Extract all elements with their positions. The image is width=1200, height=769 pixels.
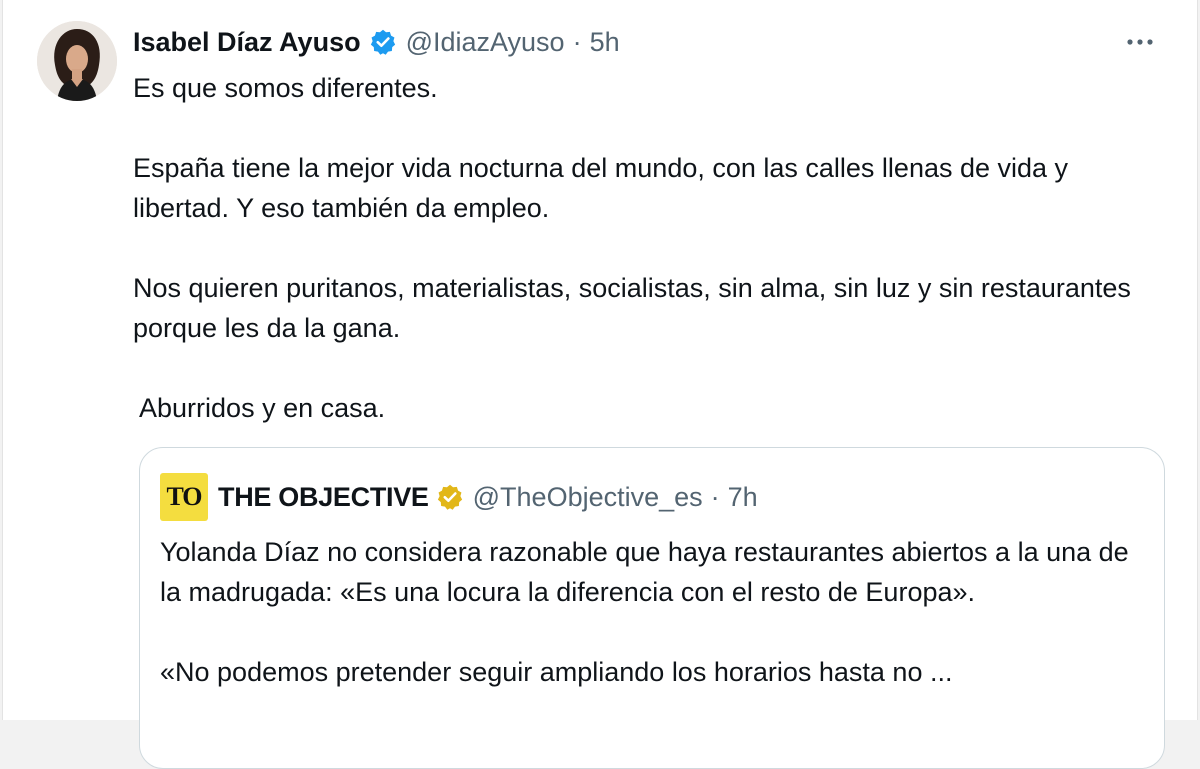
author-handle[interactable]: @IdiazAyuso [406,27,565,58]
quoted-avatar-logo[interactable]: TO [160,473,208,521]
tweet-paragraph: Es que somos diferentes. [133,73,438,103]
avatar-photo [37,21,117,101]
quoted-author-name[interactable]: THE OBJECTIVE [218,482,429,513]
quoted-text: Yolanda Díaz no considera razonable que … [160,532,1140,692]
tweet-header: Isabel Díaz Ayuso @IdiazAyuso · 5h [133,22,620,62]
time-separator: · [572,26,582,57]
quoted-tweet[interactable]: TO THE OBJECTIVE @TheObjective_es · 7h Y… [139,447,1165,769]
verified-badge-icon [369,28,397,56]
tweet-paragraph: España tiene la mejor vida nocturna del … [133,153,1069,223]
tweet-text: Es que somos diferentes. España tiene la… [133,68,1143,428]
verified-business-badge-icon [436,483,464,511]
quoted-header: TO THE OBJECTIVE @TheObjective_es · 7h [160,472,758,522]
more-horizontal-icon[interactable] [1123,25,1157,59]
logo-text: TO [166,482,202,511]
tweet-card[interactable]: Isabel Díaz Ayuso @IdiazAyuso · 5h Es qu… [2,0,1198,769]
tweet-paragraph: Nos quieren puritanos, materialistas, so… [133,273,1131,343]
quoted-author-handle[interactable]: @TheObjective_es [473,482,703,513]
tweet-paragraph: Aburridos y en casa. [133,393,386,423]
avatar[interactable] [37,21,117,101]
quoted-time: 7h [727,481,758,512]
tweet-time[interactable]: 5h [590,27,620,58]
quoted-paragraph: «No podemos pretender seguir ampliando l… [160,657,953,687]
author-name[interactable]: Isabel Díaz Ayuso [133,27,361,58]
quoted-paragraph: Yolanda Díaz no considera razonable que … [160,537,1129,607]
quoted-time-separator: · [710,481,720,512]
